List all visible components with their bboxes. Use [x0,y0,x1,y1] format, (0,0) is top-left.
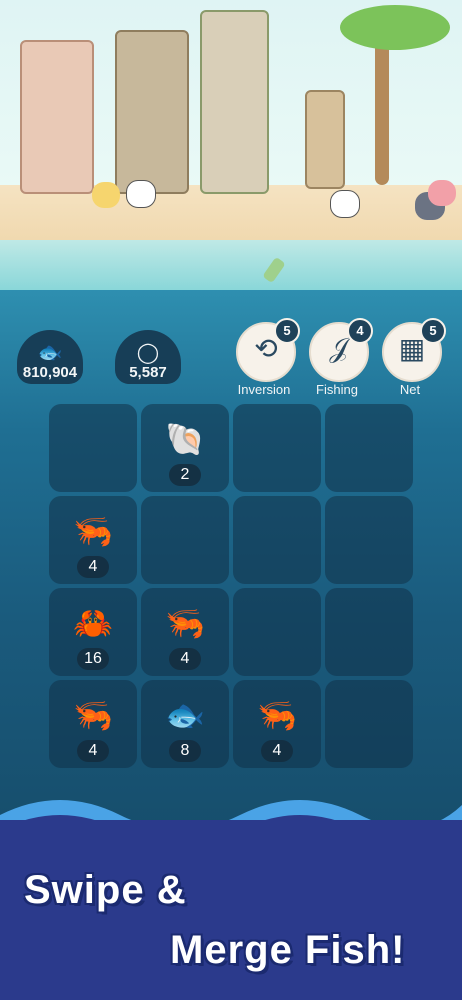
fishing-label: Fishing [316,382,358,397]
board-cell[interactable]: 🦐 4 [49,496,137,584]
fish-count: 810,904 [22,364,78,381]
shrimp-icon: 🦐 [257,697,297,733]
tile-value: 4 [77,556,109,578]
tile-value: 4 [169,648,201,670]
board-cell[interactable] [233,404,321,492]
net-button[interactable]: ▦ 5 [382,318,446,382]
board-cell[interactable]: 🐚 2 [141,404,229,492]
fishing-button[interactable]: 𝒥 4 [309,318,373,382]
shrimp-icon: 🦐 [73,513,113,549]
board-cell[interactable] [325,496,413,584]
board-cell[interactable]: 🦀 16 [49,588,137,676]
board-cell[interactable] [325,680,413,768]
net-label: Net [399,382,421,397]
promo-line-1: Swipe & [24,868,187,912]
vine-tower [200,10,269,194]
board-cell[interactable]: 🦐 4 [233,680,321,768]
tile-value: 4 [77,740,109,762]
cat-character [126,180,156,208]
tile-value: 8 [169,740,201,762]
inversion-button[interactable]: ⟲ 5 [236,318,300,382]
tile-value: 16 [77,648,109,670]
cat-character [330,190,360,218]
inversion-count-badge: 5 [274,318,300,344]
shrimp-icon: 🦐 [73,697,113,733]
board-cell[interactable] [49,404,137,492]
totem-statue [305,90,345,189]
promo-line-2: Merge Fish! [170,928,406,972]
net-count-badge: 5 [420,318,446,344]
tile-value: 2 [169,464,201,486]
board-cell[interactable] [233,588,321,676]
cat-character [92,182,120,208]
tile-value: 4 [261,740,293,762]
shrimp-icon: 🦐 [165,605,205,641]
inversion-label: Inversion [237,382,291,397]
board-cell[interactable]: 🐟 8 [141,680,229,768]
fish-icon: 🐟 [37,342,63,364]
cat-character [428,180,456,206]
board-cell[interactable] [325,404,413,492]
game-screen: 🐟 810,904 ◯ 5,587 ⟲ 5 Inversion 𝒥 4 Fish… [0,0,462,1000]
palm-leaves [340,5,450,50]
fishing-count-badge: 4 [347,318,373,344]
sardine-icon: 🐟 [165,697,205,733]
board-cell[interactable]: 🦐 4 [141,588,229,676]
shop-building-1 [20,40,94,194]
crab-icon: 🦀 [73,605,113,641]
board-cell[interactable] [233,496,321,584]
pearl-count: 5,587 [129,364,167,381]
pearl-icon: ◯ [136,342,160,364]
board-cell[interactable]: 🦐 4 [49,680,137,768]
tree-house [115,30,189,194]
board-cell[interactable] [325,588,413,676]
merge-board[interactable]: 🐚 2 🦐 4 🦀 16 🦐 4 🦐 4 🐟 8 🦐 4 [49,404,413,768]
shell-icon: 🐚 [165,421,205,457]
board-cell[interactable] [141,496,229,584]
